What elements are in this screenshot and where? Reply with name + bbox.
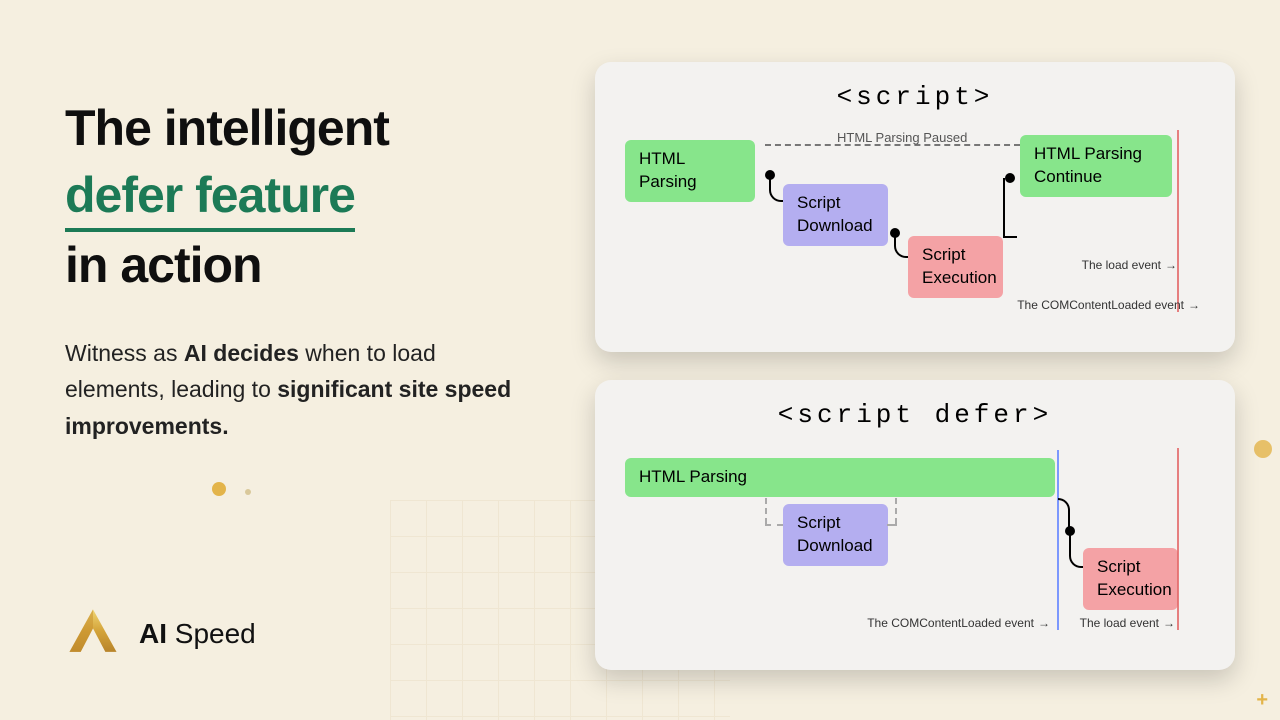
hero-line1: The intelligent bbox=[65, 100, 389, 156]
brand-name-rest: Speed bbox=[167, 618, 256, 649]
decoration-dot bbox=[212, 482, 226, 496]
diagram-defer: HTML Parsing Script Download Script Exec… bbox=[615, 448, 1215, 648]
connector bbox=[769, 176, 783, 202]
decoration-side-dot bbox=[1254, 440, 1272, 458]
panel2-title: <script defer> bbox=[615, 400, 1215, 430]
paused-label: HTML Parsing Paused bbox=[837, 130, 967, 145]
phase-html-continue: HTML Parsing Continue bbox=[1020, 135, 1172, 197]
event-dom-text: The COMContentLoaded event bbox=[867, 616, 1034, 630]
event-dom-label: The COMContentLoaded event → bbox=[865, 616, 1050, 630]
brand-text: AI Speed bbox=[139, 618, 256, 650]
panel1-title: <script> bbox=[615, 82, 1215, 112]
timeline-dot bbox=[1005, 173, 1015, 183]
load-event-line bbox=[1177, 130, 1179, 312]
decoration-dot-small bbox=[245, 489, 251, 495]
sub-bold1: AI decides bbox=[184, 340, 299, 366]
brand-name-bold: AI bbox=[139, 618, 167, 649]
diagram-panels: <script> HTML Parsing HTML Parsing Pause… bbox=[595, 62, 1235, 670]
event-load-label: The load event → bbox=[1082, 258, 1177, 272]
phase-script-execution: Script Execution bbox=[908, 236, 1003, 298]
hero-heading: The intelligent defer feature in action bbox=[65, 95, 535, 299]
arrow-right-icon: → bbox=[1038, 616, 1050, 630]
phase-html-parsing: HTML Parsing bbox=[625, 140, 755, 202]
arrow-right-icon: → bbox=[1163, 616, 1175, 630]
load-event-line bbox=[1177, 448, 1179, 630]
event-load-text: The load event bbox=[1082, 258, 1161, 272]
brand: AI Speed bbox=[65, 606, 256, 662]
phase-script-execution: Script Execution bbox=[1083, 548, 1178, 610]
panel-script-defer: <script defer> HTML Parsing Script Downl… bbox=[595, 380, 1235, 670]
decoration-plus: + bbox=[1256, 689, 1268, 712]
phase-script-download: Script Download bbox=[783, 504, 888, 566]
connector-horiz bbox=[1003, 236, 1017, 238]
connector-vertical bbox=[1003, 178, 1005, 238]
dashed-connector bbox=[765, 498, 767, 524]
domcontentloaded-line bbox=[1057, 450, 1059, 630]
event-load-label: The load event → bbox=[1080, 616, 1175, 630]
dashed-connector bbox=[887, 524, 897, 526]
hero-highlight: defer feature bbox=[65, 162, 355, 233]
event-load-text: The load event bbox=[1080, 616, 1159, 630]
arrow-right-icon: → bbox=[1188, 298, 1200, 312]
diagram-sync: HTML Parsing HTML Parsing Paused Script … bbox=[615, 130, 1215, 330]
phase-html-parsing: HTML Parsing bbox=[625, 458, 1055, 497]
hero-line3: in action bbox=[65, 237, 262, 293]
dashed-connector bbox=[895, 498, 897, 524]
connector bbox=[1058, 498, 1070, 532]
sub-prefix: Witness as bbox=[65, 340, 184, 366]
panel-script-sync: <script> HTML Parsing HTML Parsing Pause… bbox=[595, 62, 1235, 352]
arrow-right-icon: → bbox=[1165, 258, 1177, 272]
event-dom-text: The COMContentLoaded event bbox=[1017, 298, 1184, 312]
connector bbox=[1069, 532, 1083, 568]
dashed-connector bbox=[765, 524, 783, 526]
hero-section: The intelligent defer feature in action … bbox=[65, 95, 535, 445]
hero-subtext: Witness as AI decides when to load eleme… bbox=[65, 335, 535, 445]
phase-script-download: Script Download bbox=[783, 184, 888, 246]
brand-logo-icon bbox=[65, 606, 121, 662]
event-dom-label: The COMContentLoaded event → bbox=[1017, 298, 1200, 312]
connector bbox=[894, 234, 908, 258]
